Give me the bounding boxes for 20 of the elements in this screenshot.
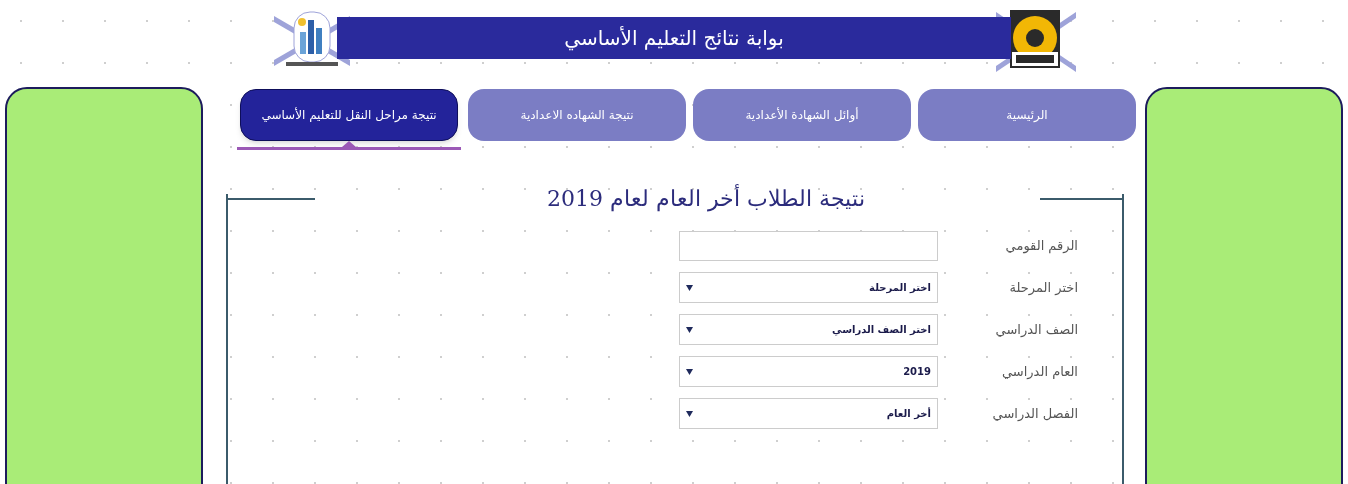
dropdown-field[interactable]: اختر المرحلة bbox=[679, 272, 938, 303]
field-label: العام الدراسي bbox=[1001, 362, 1078, 381]
field-label: الفصل الدراسي bbox=[991, 404, 1078, 423]
dropdown-field[interactable]: أخر العام bbox=[679, 398, 938, 429]
dropdown-field[interactable]: اختر الصف الدراسي bbox=[679, 314, 938, 345]
field-label: الصف الدراسي bbox=[994, 320, 1078, 339]
dropdown-caret-icon bbox=[686, 326, 693, 333]
form-title: نتيجة الطلاب أخر العام لعام 2019 bbox=[547, 183, 865, 214]
field-label: اختر المرحلة bbox=[1008, 278, 1078, 298]
nav-tab[interactable]: نتيجة مراحل النقل للتعليم الأساسي bbox=[240, 89, 458, 141]
nav-tab[interactable]: أوائل الشهادة الأعدادية bbox=[693, 89, 911, 141]
dropdown-caret-icon bbox=[686, 410, 693, 417]
nav-tab[interactable]: نتيجة الشهاده الاعدادية bbox=[468, 89, 686, 141]
field-label: الرقم القومي bbox=[1004, 237, 1078, 256]
dropdown-caret-icon bbox=[686, 368, 693, 375]
portal-banner: بوابة نتائج التعليم الأساسي bbox=[337, 17, 1011, 59]
input-field[interactable] bbox=[679, 231, 938, 261]
dropdown-field[interactable]: 2019 bbox=[679, 356, 938, 387]
dropdown-caret-icon bbox=[686, 284, 693, 291]
nav-tab[interactable]: الرئيسية bbox=[918, 89, 1136, 141]
